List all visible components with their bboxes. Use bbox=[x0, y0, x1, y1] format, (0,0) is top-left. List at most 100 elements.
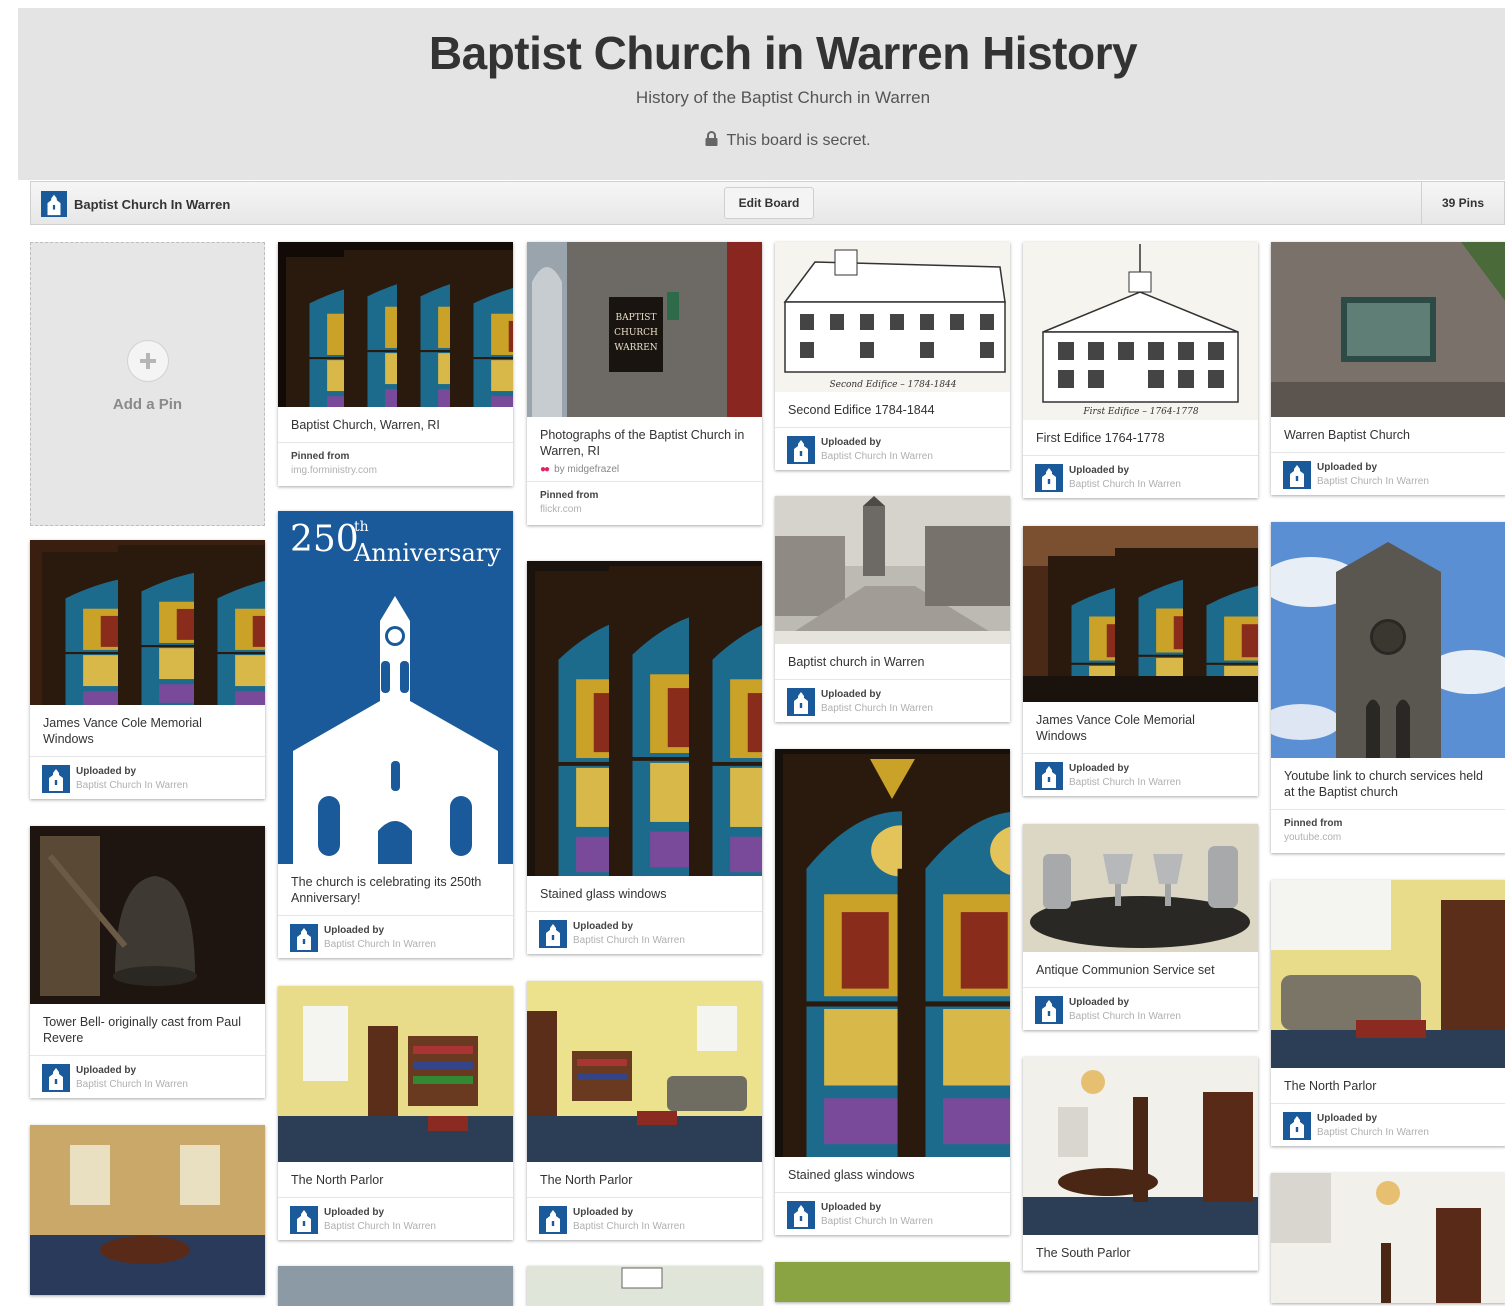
pin-card[interactable]: Stained glass windows Uploaded by Baptist… bbox=[527, 561, 762, 954]
pin-card[interactable] bbox=[30, 1125, 265, 1295]
edit-board-button[interactable]: Edit Board bbox=[724, 187, 814, 219]
pin-credit[interactable]: Uploaded by Baptist Church In Warren bbox=[527, 912, 762, 954]
credit-owner: Baptist Church In Warren bbox=[1317, 1127, 1429, 1138]
pin-description: Tower Bell- originally cast from Paul Re… bbox=[30, 1004, 265, 1056]
pin-card[interactable]: James Vance Cole Memorial Windows Upload… bbox=[30, 540, 265, 799]
source-label: Pinned from bbox=[1284, 818, 1343, 829]
pin-card[interactable]: Stained glass windows Uploaded by Baptist… bbox=[775, 749, 1010, 1235]
source-domain: img.forministry.com bbox=[291, 465, 377, 476]
lock-icon bbox=[705, 131, 718, 146]
pin-image[interactable] bbox=[527, 561, 762, 876]
pin-image[interactable] bbox=[30, 1125, 265, 1295]
source-domain: flickr.com bbox=[540, 504, 582, 515]
uploader-avatar bbox=[539, 1206, 567, 1234]
pin-card[interactable]: The North Parlor Uploaded by Baptist Chur… bbox=[527, 981, 762, 1240]
credit-label: Uploaded by bbox=[1317, 1113, 1378, 1124]
pin-description: The North Parlor bbox=[527, 1162, 762, 1198]
credit-owner: Baptist Church In Warren bbox=[1069, 479, 1181, 490]
pin-card[interactable] bbox=[1271, 1173, 1505, 1303]
pin-card[interactable]: BAPTIST CHURCH WARREN Photographs of the… bbox=[527, 242, 762, 525]
pin-source[interactable]: Pinned from youtube.com bbox=[1271, 810, 1505, 853]
pin-image[interactable] bbox=[1023, 1057, 1258, 1235]
pin-card[interactable] bbox=[775, 1262, 1010, 1302]
sign-line-2: CHURCH bbox=[614, 328, 658, 338]
pin-card[interactable]: First Edifice – 1764-1778 First Edifice … bbox=[1023, 242, 1258, 498]
pin-card[interactable]: Warren Baptist Church Uploaded by Baptist… bbox=[1271, 242, 1505, 495]
pin-description: The church is celebrating its 250th Anni… bbox=[278, 864, 513, 916]
pin-credit[interactable]: Uploaded by Baptist Church In Warren bbox=[527, 1198, 762, 1240]
board-owner-link[interactable]: Baptist Church In Warren bbox=[41, 191, 230, 217]
uploader-avatar bbox=[290, 924, 318, 952]
pin-card[interactable]: The South Parlor bbox=[1023, 1057, 1258, 1271]
pin-image[interactable]: 250 th Anniversary bbox=[278, 511, 513, 864]
pin-description: Youtube link to church services held at … bbox=[1271, 758, 1505, 810]
source-domain: youtube.com bbox=[1284, 832, 1342, 843]
pin-image[interactable] bbox=[30, 826, 265, 1004]
pin-credit[interactable]: Uploaded by Baptist Church In Warren bbox=[775, 428, 1010, 470]
pin-image[interactable] bbox=[1023, 526, 1258, 702]
pin-credit[interactable]: Uploaded by Baptist Church In Warren bbox=[1271, 1104, 1505, 1146]
add-pin-card[interactable]: Add a Pin bbox=[30, 242, 265, 526]
uploader-avatar bbox=[1035, 996, 1063, 1024]
credit-owner: Baptist Church In Warren bbox=[1317, 476, 1429, 487]
credit-label: Uploaded by bbox=[1069, 465, 1130, 476]
pin-image[interactable] bbox=[527, 981, 762, 1162]
pin-image[interactable] bbox=[278, 1266, 513, 1306]
pin-image[interactable]: First Edifice – 1764-1778 bbox=[1023, 242, 1258, 420]
credit-owner: Baptist Church In Warren bbox=[324, 939, 436, 950]
credit-owner: Baptist Church In Warren bbox=[76, 780, 188, 791]
pin-credit[interactable]: Uploaded by Baptist Church In Warren bbox=[278, 916, 513, 958]
add-pin-button[interactable] bbox=[127, 340, 169, 382]
uploader-avatar bbox=[1283, 461, 1311, 489]
pin-card[interactable] bbox=[527, 1266, 762, 1306]
pin-source[interactable]: Pinned from flickr.com bbox=[527, 482, 762, 525]
pin-credit[interactable]: Uploaded by Baptist Church In Warren bbox=[1023, 988, 1258, 1030]
pin-source[interactable]: Pinned from img.forministry.com bbox=[278, 443, 513, 486]
pin-card[interactable]: Second Edifice – 1784-1844 Second Edific… bbox=[775, 242, 1010, 470]
pin-credit[interactable]: Uploaded by Baptist Church In Warren bbox=[1023, 456, 1258, 498]
pin-attribution[interactable]: ●● by midgefrazel bbox=[527, 464, 762, 482]
pin-card[interactable]: 250 th Anniversary The church is celebra… bbox=[278, 511, 513, 958]
pin-card[interactable]: Antique Communion Service set Uploaded b… bbox=[1023, 824, 1258, 1030]
pin-image[interactable]: BAPTIST CHURCH WARREN bbox=[527, 242, 762, 417]
pin-credit[interactable]: Uploaded by Baptist Church In Warren bbox=[1023, 754, 1258, 796]
pin-image[interactable] bbox=[775, 1262, 1010, 1302]
pin-card[interactable]: James Vance Cole Memorial Windows Upload… bbox=[1023, 526, 1258, 796]
credit-label: Uploaded by bbox=[821, 1202, 882, 1213]
pin-card[interactable]: The North Parlor Uploaded by Baptist Chur… bbox=[278, 986, 513, 1240]
pin-image[interactable] bbox=[775, 749, 1010, 1157]
pin-image[interactable] bbox=[1271, 1173, 1505, 1303]
pin-card[interactable]: Youtube link to church services held at … bbox=[1271, 522, 1505, 853]
pin-credit[interactable]: Uploaded by Baptist Church In Warren bbox=[30, 1056, 265, 1098]
pin-image[interactable] bbox=[1023, 824, 1258, 952]
pin-count[interactable]: 39 Pins bbox=[1421, 182, 1504, 224]
pin-image[interactable] bbox=[775, 496, 1010, 644]
board-description: History of the Baptist Church in Warren bbox=[635, 88, 931, 107]
pin-image[interactable] bbox=[278, 242, 513, 407]
pin-image[interactable] bbox=[1271, 522, 1505, 758]
pin-image[interactable] bbox=[527, 1266, 762, 1306]
secret-notice: This board is secret. bbox=[18, 131, 1505, 150]
pin-credit[interactable]: Uploaded by Baptist Church In Warren bbox=[775, 680, 1010, 722]
pin-card[interactable]: Baptist church in Warren Uploaded by Bapt… bbox=[775, 496, 1010, 722]
pin-description: First Edifice 1764-1778 bbox=[1023, 420, 1258, 456]
pin-card[interactable]: The North Parlor Uploaded by Baptist Chur… bbox=[1271, 880, 1505, 1146]
credit-label: Uploaded by bbox=[821, 437, 882, 448]
pin-credit[interactable]: Uploaded by Baptist Church In Warren bbox=[278, 1198, 513, 1240]
pin-credit[interactable]: Uploaded by Baptist Church In Warren bbox=[775, 1193, 1010, 1235]
board-title: Baptist Church in Warren History bbox=[428, 27, 1138, 79]
pin-credit[interactable]: Uploaded by Baptist Church In Warren bbox=[1271, 453, 1505, 495]
poster-number: 250 bbox=[290, 519, 359, 560]
pin-image[interactable] bbox=[1271, 242, 1505, 417]
pin-image[interactable] bbox=[30, 540, 265, 705]
pin-card[interactable]: Baptist Church, Warren, RI Pinned from i… bbox=[278, 242, 513, 486]
credit-owner: Baptist Church In Warren bbox=[1069, 777, 1181, 788]
pin-card[interactable]: Tower Bell- originally cast from Paul Re… bbox=[30, 826, 265, 1098]
pin-credit[interactable]: Uploaded by Baptist Church In Warren bbox=[30, 757, 265, 799]
pin-image[interactable] bbox=[278, 986, 513, 1162]
pin-description: James Vance Cole Memorial Windows bbox=[1023, 702, 1258, 754]
credit-owner: Baptist Church In Warren bbox=[1069, 1011, 1181, 1022]
pin-card[interactable] bbox=[278, 1266, 513, 1306]
pin-image[interactable]: Second Edifice – 1784-1844 bbox=[775, 242, 1010, 392]
pin-image[interactable] bbox=[1271, 880, 1505, 1068]
